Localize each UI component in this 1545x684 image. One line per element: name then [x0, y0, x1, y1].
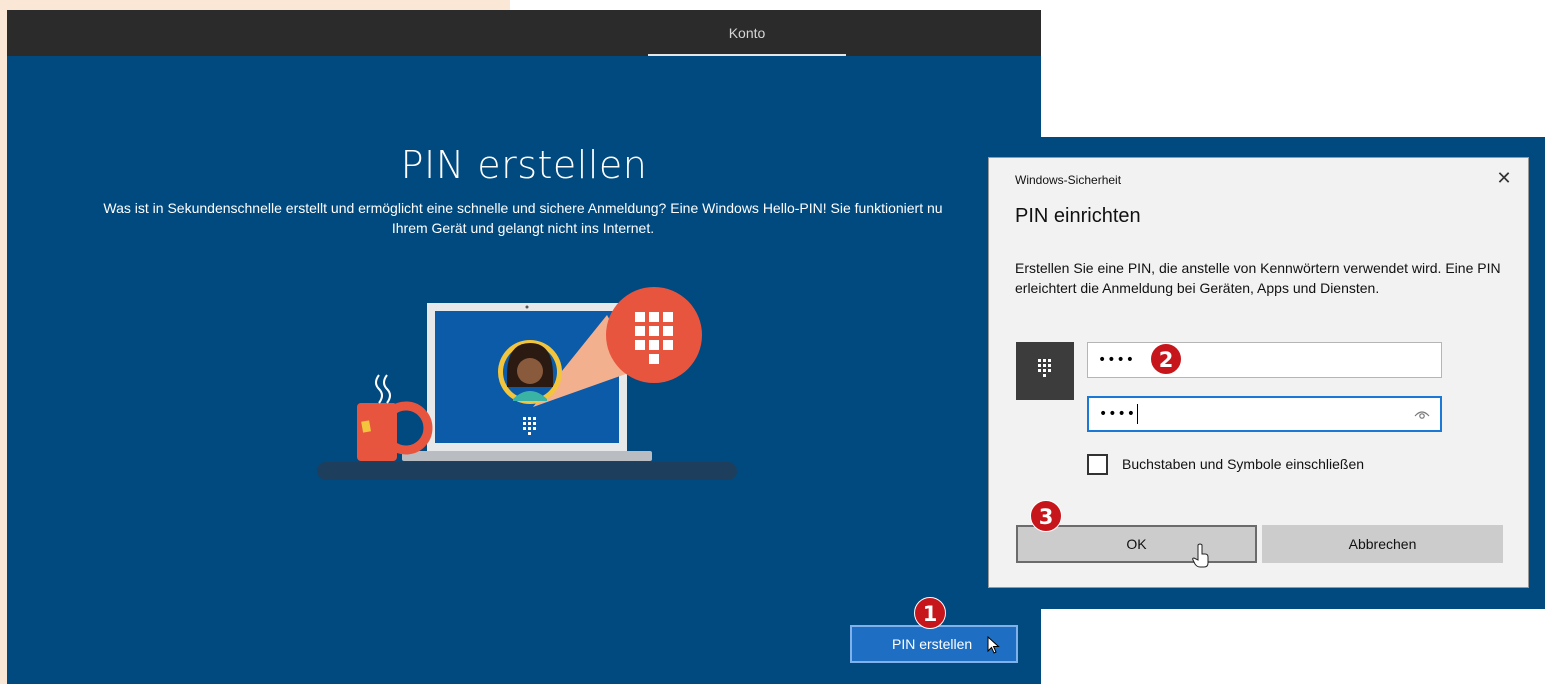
description-line-1: Was ist in Sekundenschnelle erstellt und…: [103, 200, 943, 216]
tab-konto[interactable]: Konto: [648, 10, 846, 56]
new-pin-value: ••••: [1098, 352, 1136, 368]
description-line-2: Ihrem Gerät und gelangt nicht ins Intern…: [391, 220, 655, 236]
step-badge-1: 1: [914, 597, 946, 629]
setup-window: Konto PIN erstellen Was ist in Sekundens…: [7, 10, 1041, 684]
pin-illustration: [317, 287, 737, 480]
tab-underline: [648, 54, 846, 56]
close-icon[interactable]: ✕: [1492, 166, 1516, 190]
create-pin-button[interactable]: PIN erstellen: [850, 625, 1018, 663]
keypad-icon: [1016, 342, 1074, 400]
top-bar: Konto: [7, 10, 1041, 56]
step-badge-2: 2: [1150, 343, 1182, 375]
confirm-pin-value: ••••: [1099, 406, 1137, 422]
include-letters-checkbox[interactable]: [1087, 454, 1108, 475]
page-title: PIN erstellen: [400, 143, 648, 187]
text-caret: [1137, 404, 1139, 424]
include-letters-label: Buchstaben und Symbole einschließen: [1122, 456, 1365, 472]
mouse-cursor-icon: [987, 636, 1000, 654]
laptop-base: [402, 451, 652, 461]
dialog-description: Erstellen Sie eine PIN, die anstelle von…: [1015, 260, 1501, 296]
cancel-button[interactable]: Abbrechen: [1262, 525, 1503, 563]
dialog-title: PIN einrichten: [1015, 205, 1141, 227]
confirm-pin-input[interactable]: ••••: [1087, 396, 1442, 432]
coffee-mug-illustration: [357, 374, 433, 461]
new-pin-input[interactable]: ••••: [1087, 342, 1442, 378]
page-description: Was ist in Sekundenschnelle erstellt und…: [53, 198, 993, 238]
mouse-pointer-icon: [1192, 543, 1209, 568]
table-shadow: [317, 462, 737, 480]
dialog-subtitle: Windows-Sicherheit: [1015, 173, 1122, 187]
step-badge-3: 3: [1030, 500, 1062, 532]
eye-icon[interactable]: [1414, 407, 1430, 421]
create-pin-button-label: PIN erstellen: [892, 636, 973, 652]
pin-dialog: Windows-Sicherheit ✕ PIN einrichten Erst…: [988, 157, 1529, 588]
